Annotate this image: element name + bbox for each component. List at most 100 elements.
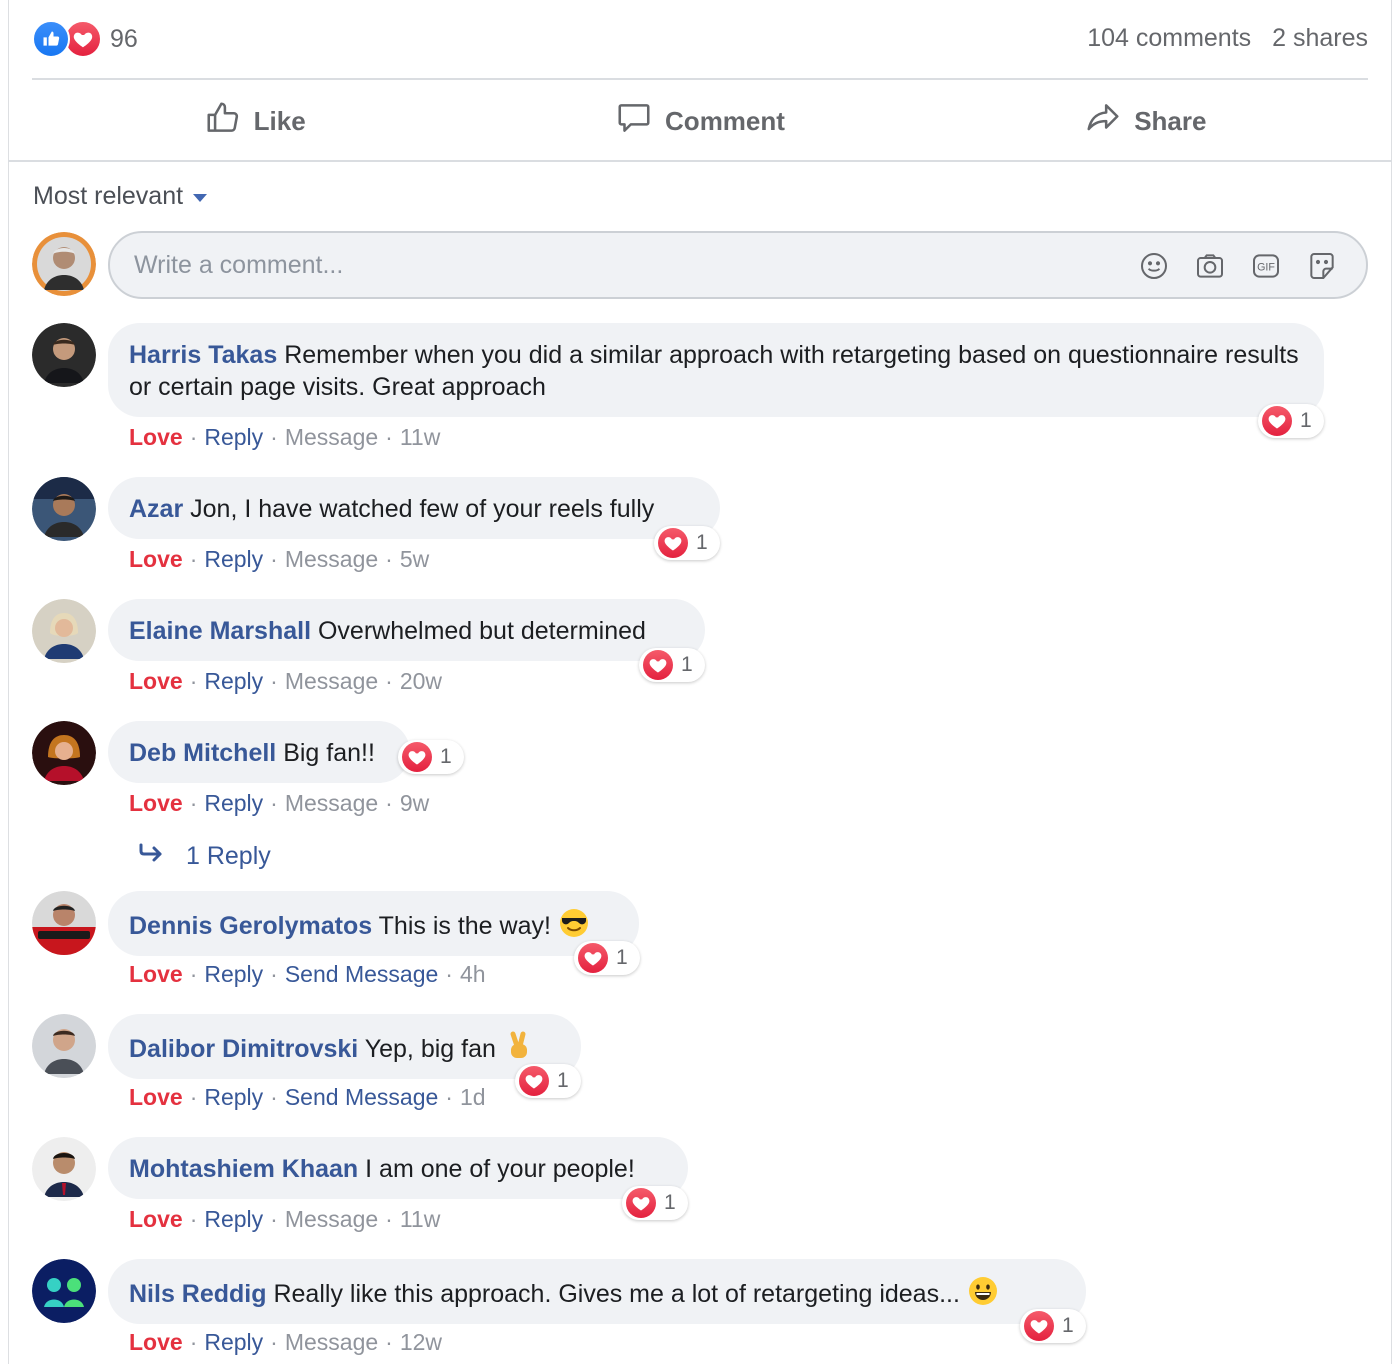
reaction-count: 1 bbox=[1300, 409, 1312, 432]
comment-reactions[interactable]: 1 bbox=[1020, 1309, 1086, 1343]
comment-author[interactable]: Azar bbox=[129, 495, 183, 523]
reply-button[interactable]: Reply bbox=[204, 961, 263, 987]
comment-author[interactable]: Mohtashiem Khaan bbox=[129, 1155, 358, 1183]
reaction-count[interactable]: 96 bbox=[110, 25, 138, 54]
comment-meta: Love · Reply · Message · 5w bbox=[129, 546, 430, 572]
comments-count[interactable]: 104 comments bbox=[1087, 24, 1251, 52]
avatar[interactable] bbox=[32, 1014, 96, 1078]
love-button[interactable]: Love bbox=[129, 546, 183, 572]
comment-bubble: Harris Takas Remember when you did a sim… bbox=[108, 323, 1324, 417]
like-button[interactable]: Like bbox=[32, 82, 477, 160]
share-label: Share bbox=[1134, 105, 1207, 136]
reaction-count: 1 bbox=[557, 1069, 569, 1092]
like-label: Like bbox=[253, 105, 306, 136]
comment-author[interactable]: Dalibor Dimitrovski bbox=[129, 1035, 358, 1063]
love-button[interactable]: Love bbox=[129, 1206, 183, 1232]
reply-button[interactable]: Reply bbox=[204, 668, 263, 694]
comment-bubble: Elaine Marshall Overwhelmed but determin… bbox=[108, 599, 705, 661]
message-button[interactable]: Message bbox=[285, 668, 378, 694]
comment-time[interactable]: 20w bbox=[400, 668, 442, 694]
reply-arrow-icon bbox=[138, 842, 164, 871]
message-button[interactable]: Message bbox=[285, 424, 378, 450]
comment-reactions[interactable]: 1 bbox=[639, 648, 705, 682]
comment-reactions[interactable]: 1 bbox=[654, 526, 720, 560]
avatar[interactable] bbox=[32, 1259, 96, 1323]
sort-label: Most relevant bbox=[33, 182, 184, 210]
comment-reactions[interactable]: 1 bbox=[398, 740, 464, 774]
message-button[interactable]: Message bbox=[285, 546, 378, 572]
post-actions: Like Comment Share bbox=[32, 82, 1368, 160]
comment-time[interactable]: 9w bbox=[400, 790, 429, 816]
reaction-count: 1 bbox=[1062, 1314, 1074, 1337]
message-button[interactable]: Message bbox=[285, 1329, 378, 1355]
reply-button[interactable]: Reply bbox=[204, 1206, 263, 1232]
comment-meta: Love · Reply · Send Message · 1d bbox=[129, 1084, 486, 1110]
comment-reactions[interactable]: 1 bbox=[574, 941, 640, 975]
comment-meta: Love · Reply · Message · 12w bbox=[129, 1329, 443, 1355]
avatar[interactable] bbox=[32, 599, 96, 663]
love-button[interactable]: Love bbox=[129, 790, 183, 816]
comment-text: Overwhelmed but determined bbox=[317, 617, 646, 645]
comment-meta: Love · Reply · Send Message · 4h bbox=[129, 961, 486, 987]
comment-text: Yep, big fan bbox=[364, 1035, 496, 1063]
current-user-avatar[interactable] bbox=[32, 232, 96, 296]
avatar[interactable] bbox=[32, 477, 96, 541]
comment-author[interactable]: Elaine Marshall bbox=[129, 617, 311, 645]
comment-input[interactable] bbox=[134, 245, 1114, 285]
love-reaction-icon bbox=[519, 1066, 549, 1096]
comment-reactions[interactable]: 1 bbox=[622, 1186, 688, 1220]
share-button[interactable]: Share bbox=[923, 82, 1368, 160]
comment-reactions[interactable]: 1 bbox=[1258, 404, 1324, 438]
reply-button[interactable]: Reply bbox=[204, 1084, 263, 1110]
comment-text: Jon, I have watched few of your reels fu… bbox=[190, 495, 655, 523]
love-button[interactable]: Love bbox=[129, 961, 183, 987]
shares-count[interactable]: 2 shares bbox=[1272, 24, 1368, 52]
avatar[interactable] bbox=[32, 1137, 96, 1201]
comment-time[interactable]: 1d bbox=[460, 1084, 486, 1110]
comment-author[interactable]: Nils Reddig bbox=[129, 1280, 267, 1308]
avatar[interactable] bbox=[32, 721, 96, 785]
comment-time[interactable]: 5w bbox=[400, 546, 429, 572]
emoji-icon[interactable] bbox=[1136, 248, 1172, 284]
reply-button[interactable]: Reply bbox=[204, 424, 263, 450]
camera-icon[interactable] bbox=[1192, 248, 1228, 284]
message-button[interactable]: Message bbox=[285, 790, 378, 816]
reply-button[interactable]: Reply bbox=[204, 546, 263, 572]
comment-author[interactable]: Harris Takas bbox=[129, 341, 277, 369]
comment-author[interactable]: Dennis Gerolymatos bbox=[129, 912, 372, 940]
post-summary: 96 104 comments 2 shares bbox=[32, 18, 1368, 60]
send-message-button[interactable]: Send Message bbox=[285, 1084, 438, 1110]
gif-icon[interactable]: GIF bbox=[1248, 248, 1284, 284]
reply-button[interactable]: Reply bbox=[204, 1329, 263, 1355]
comment-bubble-icon bbox=[615, 99, 653, 144]
comment-text: I am one of your people! bbox=[365, 1155, 635, 1183]
reaction-count: 1 bbox=[696, 531, 708, 554]
comment-time[interactable]: 11w bbox=[400, 1206, 441, 1232]
reply-button[interactable]: Reply bbox=[204, 790, 263, 816]
comment-sort-dropdown[interactable]: Most relevant bbox=[33, 182, 208, 211]
love-button[interactable]: Love bbox=[129, 424, 183, 450]
comment-time[interactable]: 12w bbox=[400, 1329, 442, 1355]
love-button[interactable]: Love bbox=[129, 1084, 183, 1110]
love-button[interactable]: Love bbox=[129, 668, 183, 694]
love-reaction-icon bbox=[658, 528, 688, 558]
avatar[interactable] bbox=[32, 323, 96, 387]
love-button[interactable]: Love bbox=[129, 1329, 183, 1355]
comment-bubble: Deb Mitchell Big fan!! bbox=[108, 721, 410, 783]
post-counts: 104 comments 2 shares bbox=[1087, 24, 1368, 53]
message-button[interactable]: Message bbox=[285, 1206, 378, 1232]
love-reaction-icon bbox=[643, 650, 673, 680]
comment-meta: Love · Reply · Message · 11w bbox=[129, 424, 441, 450]
sticker-icon[interactable] bbox=[1304, 248, 1340, 284]
comment-bubble: Mohtashiem Khaan I am one of your people… bbox=[108, 1137, 688, 1199]
comment-button[interactable]: Comment bbox=[477, 82, 922, 160]
avatar[interactable] bbox=[32, 891, 96, 955]
comment-reactions[interactable]: 1 bbox=[515, 1064, 581, 1098]
comment-author[interactable]: Deb Mitchell bbox=[129, 739, 276, 767]
comment-time[interactable]: 4h bbox=[460, 961, 486, 987]
send-message-button[interactable]: Send Message bbox=[285, 961, 438, 987]
view-replies-link[interactable]: 1 Reply bbox=[138, 842, 271, 871]
comment-time[interactable]: 11w bbox=[400, 424, 441, 450]
reactions-summary[interactable]: 96 bbox=[32, 20, 138, 58]
comment-label: Comment bbox=[665, 105, 785, 136]
